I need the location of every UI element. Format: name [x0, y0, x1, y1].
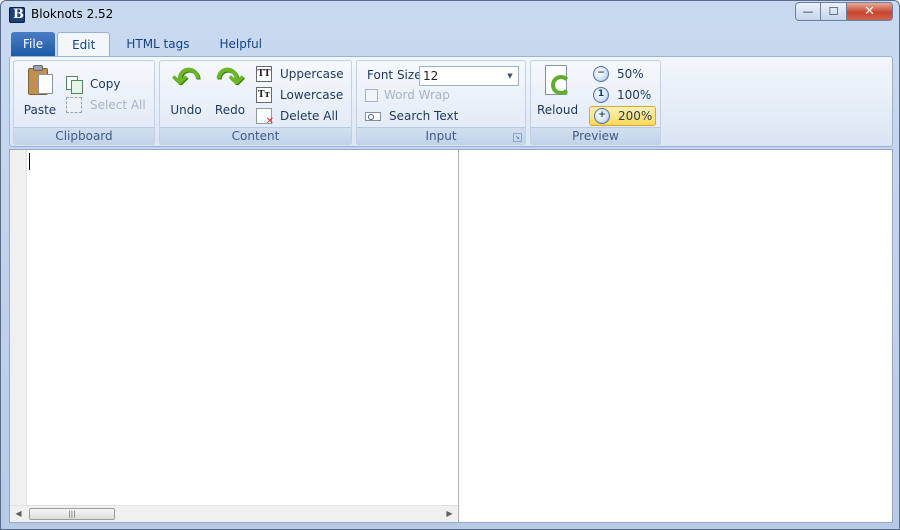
clipboard-group: Paste Copy Select All Clipboard — [13, 60, 155, 145]
undo-label: Undo — [170, 103, 202, 117]
delete-all-icon — [256, 108, 274, 127]
word-wrap-label: Word Wrap — [384, 88, 450, 102]
minimize-button[interactable]: — — [795, 2, 821, 21]
lowercase-icon: Tт — [256, 87, 272, 103]
zoom-50-label: 50% — [617, 67, 644, 81]
input-group-label: Input — [357, 127, 525, 144]
word-wrap-checkbox[interactable]: Word Wrap — [365, 85, 450, 105]
tab-file[interactable]: File — [11, 32, 56, 56]
zoom-out-icon: − — [593, 66, 609, 82]
maximize-button[interactable]: ☐ — [821, 2, 847, 21]
reload-label: Reloud — [537, 103, 579, 117]
tab-helpful[interactable]: Helpful — [205, 32, 276, 56]
font-size-label: Font Size — [367, 68, 422, 82]
uppercase-button[interactable]: TT Uppercase — [256, 64, 344, 84]
tab-edit[interactable]: Edit — [57, 32, 111, 56]
window-title: Bloknots 2.52 — [31, 7, 114, 21]
uppercase-label: Uppercase — [280, 67, 344, 81]
paste-icon — [28, 65, 54, 95]
paste-label: Paste — [23, 103, 57, 117]
delete-all-button[interactable]: Delete All — [256, 106, 339, 127]
chevron-down-icon[interactable]: ▼ — [504, 67, 516, 85]
line-gutter — [10, 150, 27, 506]
preview-group: Reloud − 50% 1 100% + 200% Preview — [530, 60, 661, 145]
lowercase-label: Lowercase — [280, 88, 344, 102]
ribbon-panel: Paste Copy Select All Clipboard ↶ Undo ↷… — [9, 56, 893, 147]
zoom-100-label: 100% — [617, 88, 652, 102]
search-text-button[interactable]: Search Text — [365, 106, 458, 126]
ribbon-tabs: File Edit HTML tags Helpful — [11, 32, 278, 56]
select-all-icon — [66, 97, 82, 113]
zoom-50-button[interactable]: − 50% — [589, 64, 648, 84]
delete-all-label: Delete All — [280, 109, 339, 123]
search-icon — [365, 111, 381, 121]
zoom-100-button[interactable]: 1 100% — [589, 85, 655, 105]
content-group-label: Content — [160, 127, 351, 144]
horizontal-scrollbar[interactable]: ◀ ||| ▶ — [10, 505, 458, 522]
dialog-launcher-icon[interactable]: ↘ — [513, 133, 522, 142]
undo-icon: ↶ — [171, 60, 201, 100]
preview-group-label: Preview — [531, 127, 660, 144]
copy-label: Copy — [90, 77, 121, 91]
text-editor[interactable]: ◀ ||| ▶ — [10, 150, 459, 522]
zoom-reset-icon: 1 — [593, 87, 609, 103]
redo-label: Redo — [214, 103, 246, 117]
zoom-200-label: 200% — [618, 109, 653, 123]
select-all-button[interactable]: Select All — [66, 95, 146, 115]
uppercase-icon: TT — [256, 66, 272, 82]
text-caret — [29, 153, 30, 170]
content-panes: ◀ ||| ▶ — [9, 149, 893, 523]
scroll-left-icon[interactable]: ◀ — [10, 506, 27, 522]
app-icon[interactable] — [9, 7, 25, 23]
content-group: ↶ Undo ↷ Redo TT Uppercase Tт Lowercase … — [159, 60, 352, 145]
search-text-label: Search Text — [389, 109, 459, 123]
title-bar[interactable]: Bloknots 2.52 — ☐ ✕ — [1, 1, 899, 29]
input-group: Font Size 12 ▼ Word Wrap Search Text Inp… — [356, 60, 526, 145]
checkbox-icon — [365, 88, 378, 102]
scroll-right-icon[interactable]: ▶ — [441, 506, 458, 522]
scroll-thumb[interactable]: ||| — [29, 508, 115, 520]
copy-button[interactable]: Copy — [66, 74, 120, 94]
zoom-200-button[interactable]: + 200% — [589, 106, 656, 126]
reload-icon — [541, 65, 573, 99]
select-all-label: Select All — [90, 98, 146, 112]
close-button[interactable]: ✕ — [847, 2, 893, 21]
font-size-value: 12 — [423, 69, 439, 83]
window-controls: — ☐ ✕ — [795, 2, 893, 21]
tab-html-tags[interactable]: HTML tags — [112, 32, 203, 56]
clipboard-group-label: Clipboard — [14, 127, 154, 144]
font-size-combo[interactable]: 12 ▼ — [419, 66, 519, 86]
copy-icon — [66, 76, 83, 94]
redo-icon: ↷ — [215, 60, 245, 100]
html-preview-pane[interactable] — [460, 150, 892, 522]
app-window: Bloknots 2.52 — ☐ ✕ File Edit HTML tags … — [0, 0, 900, 530]
lowercase-button[interactable]: Tт Lowercase — [256, 85, 343, 105]
zoom-in-icon: + — [594, 108, 610, 124]
